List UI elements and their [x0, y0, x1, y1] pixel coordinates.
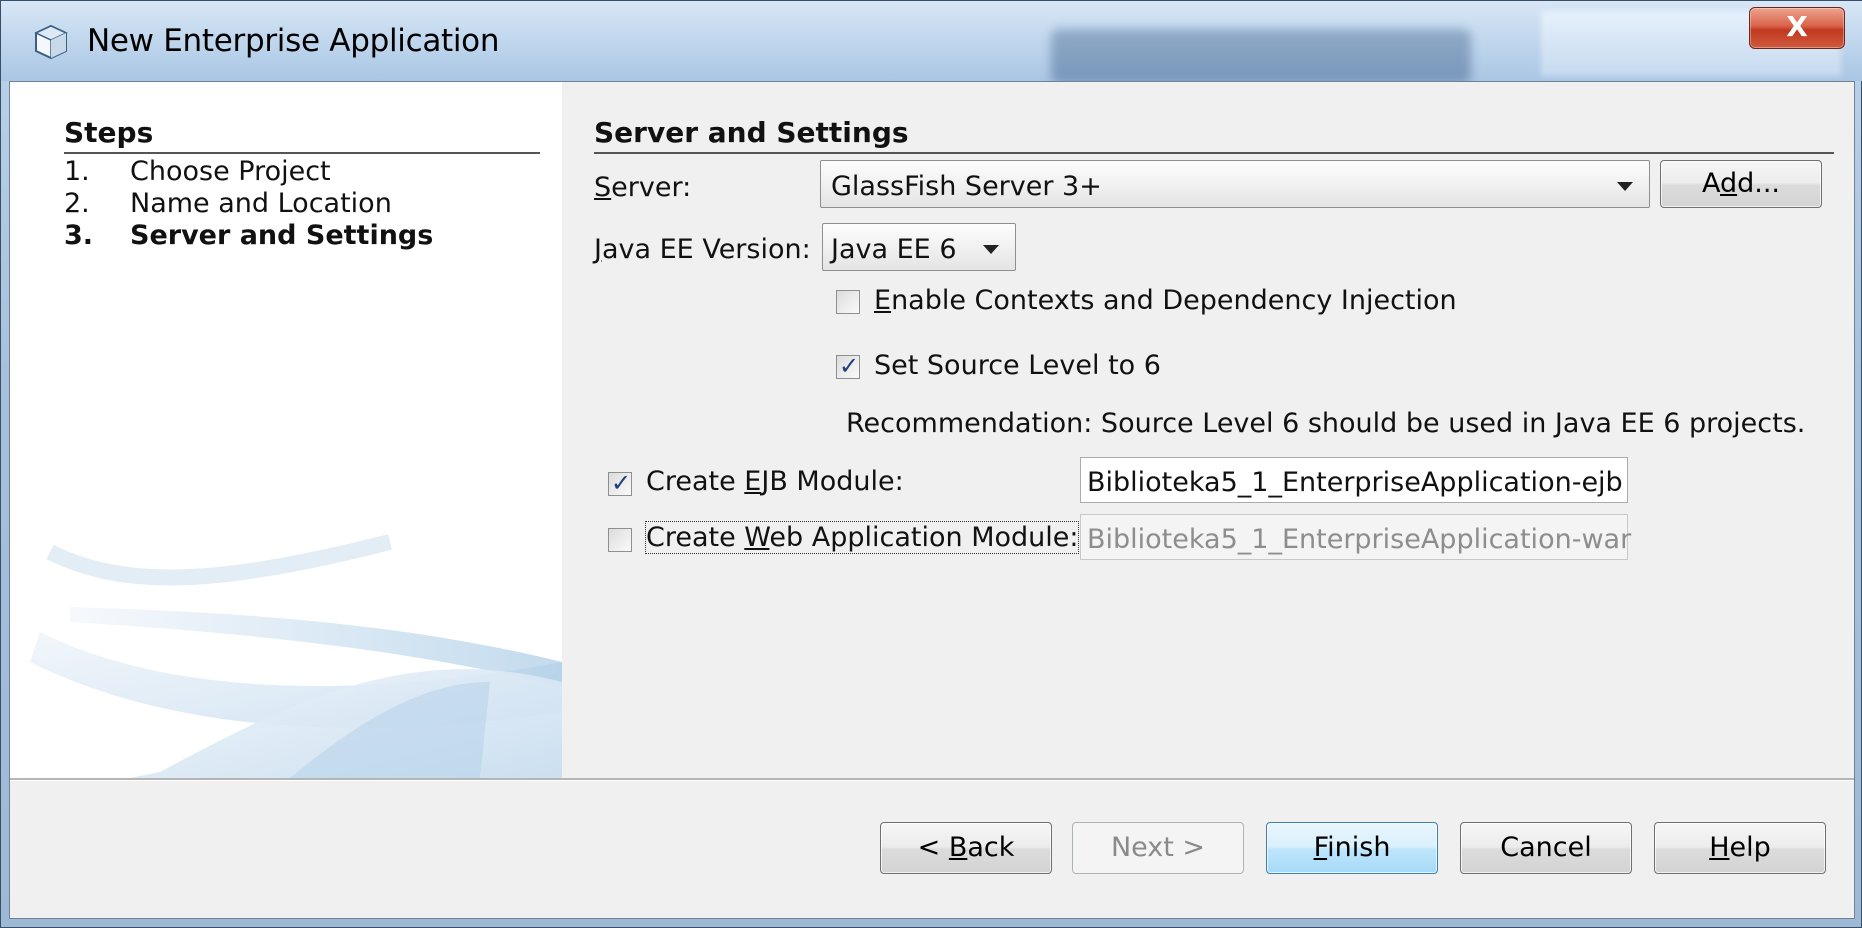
background-blur	[1051, 29, 1471, 84]
step-server-and-settings: Server and Settings	[130, 220, 434, 251]
javaee-version-dropdown[interactable]: Java EE 6	[822, 223, 1016, 271]
steps-heading: Steps	[64, 116, 154, 149]
back-text: ack	[967, 832, 1015, 863]
mnemonic-h: H	[1709, 832, 1730, 863]
title-bar[interactable]: New Enterprise Application X	[1, 1, 1862, 84]
web-module-label[interactable]: Create Web Application Module:	[644, 521, 1080, 554]
mnemonic-b: B	[948, 832, 968, 863]
cdi-label[interactable]: Enable Contexts and Dependency Injection	[874, 285, 1457, 316]
swoosh-decoration	[30, 534, 562, 778]
cdi-checkbox[interactable]	[836, 290, 860, 314]
ejb-label-text: JB Module:	[761, 466, 904, 497]
server-dropdown[interactable]: GlassFish Server 3+	[820, 160, 1650, 208]
server-label: Server:	[594, 172, 691, 203]
ejb-module-label[interactable]: Create EJB Module:	[646, 466, 904, 497]
back-text: <	[917, 832, 949, 863]
mnemonic-d: d	[1719, 168, 1738, 199]
next-button[interactable]: Next >	[1072, 822, 1244, 874]
ejb-module-name-input[interactable]: Biblioteka5_1_EnterpriseApplication-ejb	[1080, 457, 1628, 503]
mnemonic-w: W	[744, 522, 770, 553]
ejb-module-name-value: Biblioteka5_1_EnterpriseApplication-ejb	[1087, 467, 1623, 498]
add-text: A	[1701, 168, 1720, 199]
web-module-name-value: Biblioteka5_1_EnterpriseApplication-war	[1087, 524, 1632, 555]
mnemonic-j: J	[594, 234, 602, 265]
chevron-down-icon	[983, 245, 999, 254]
help-button[interactable]: Help	[1654, 822, 1826, 874]
steps-panel: Steps 1. Choose Project 2. Name and Loca…	[10, 82, 562, 778]
add-text: d...	[1737, 168, 1781, 199]
help-text: elp	[1729, 832, 1771, 863]
javaee-version-label: Java EE Version:	[594, 234, 811, 265]
step-number: 2.	[64, 188, 90, 219]
checkmark-icon: ✓	[839, 352, 860, 380]
add-server-button[interactable]: Add...	[1660, 160, 1822, 208]
footer-divider	[10, 778, 1854, 781]
enterprise-app-icon	[34, 24, 68, 60]
javaee-label-text: ava EE Version:	[601, 234, 811, 265]
finish-button[interactable]: Finish	[1266, 822, 1438, 874]
checkmark-icon: ✓	[611, 469, 632, 497]
web-module-checkbox[interactable]	[608, 528, 632, 552]
recommendation-text: Recommendation: Source Level 6 should be…	[846, 408, 1806, 439]
server-label-text: erver:	[611, 172, 692, 203]
server-selected-value: GlassFish Server 3+	[831, 171, 1102, 202]
step-name-and-location: Name and Location	[130, 188, 392, 219]
back-button[interactable]: < Back	[880, 822, 1052, 874]
close-icon[interactable]: X	[1749, 7, 1845, 49]
cdi-label-text: nable Contexts and Dependency Injection	[891, 285, 1457, 316]
finish-text: inish	[1327, 832, 1391, 863]
window-title: New Enterprise Application	[87, 23, 500, 59]
steps-divider	[64, 152, 540, 154]
mnemonic-s: S	[594, 172, 612, 203]
mnemonic-f: F	[1313, 832, 1328, 863]
javaee-selected-value: Java EE 6	[831, 234, 957, 265]
cancel-button[interactable]: Cancel	[1460, 822, 1632, 874]
ejb-label-text: Create	[646, 466, 745, 497]
step-number: 1.	[64, 156, 90, 187]
dialog-window: New Enterprise Application X Steps 1. Ch…	[0, 0, 1862, 928]
mnemonic-e: E	[874, 285, 892, 316]
source-level-checkbox[interactable]: ✓	[836, 352, 860, 380]
ejb-module-checkbox[interactable]: ✓	[608, 469, 632, 497]
step-choose-project: Choose Project	[130, 156, 331, 187]
dialog-content: Steps 1. Choose Project 2. Name and Loca…	[9, 81, 1855, 919]
settings-divider	[594, 152, 1834, 154]
chevron-down-icon	[1617, 182, 1633, 191]
step-number: 3.	[64, 220, 94, 251]
web-module-name-input[interactable]: Biblioteka5_1_EnterpriseApplication-war	[1080, 514, 1632, 560]
mnemonic-e: E	[744, 466, 762, 497]
web-label-text: eb Application Module:	[769, 522, 1079, 553]
web-label-text: Create	[646, 522, 745, 553]
settings-heading: Server and Settings	[594, 116, 909, 149]
source-level-label[interactable]: Set Source Level to 6	[874, 350, 1161, 381]
